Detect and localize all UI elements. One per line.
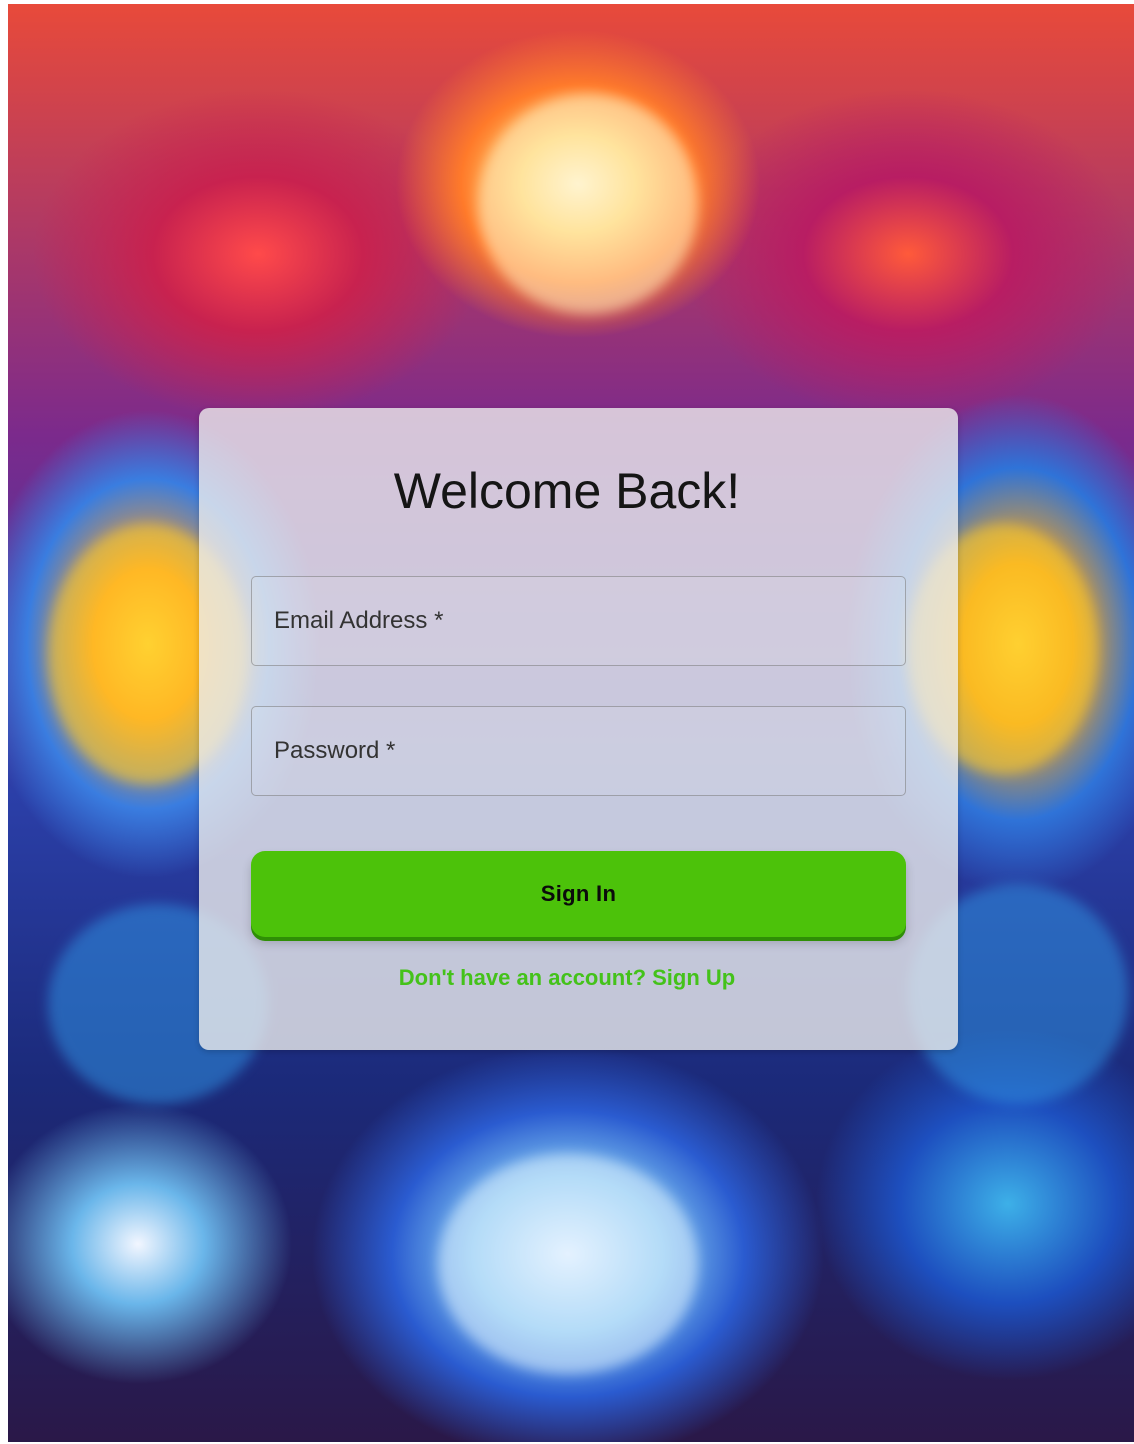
page-title: Welcome Back! [393,463,741,519]
sign-in-button[interactable]: Sign In [251,851,906,937]
password-input[interactable] [252,707,905,795]
password-field[interactable] [251,706,906,796]
login-page: Welcome Back! Sign In Don't have an acco… [0,0,1134,1444]
sign-up-link[interactable]: Don't have an account? Sign Up [0,965,1134,991]
email-input[interactable] [252,577,905,665]
email-field[interactable] [251,576,906,666]
